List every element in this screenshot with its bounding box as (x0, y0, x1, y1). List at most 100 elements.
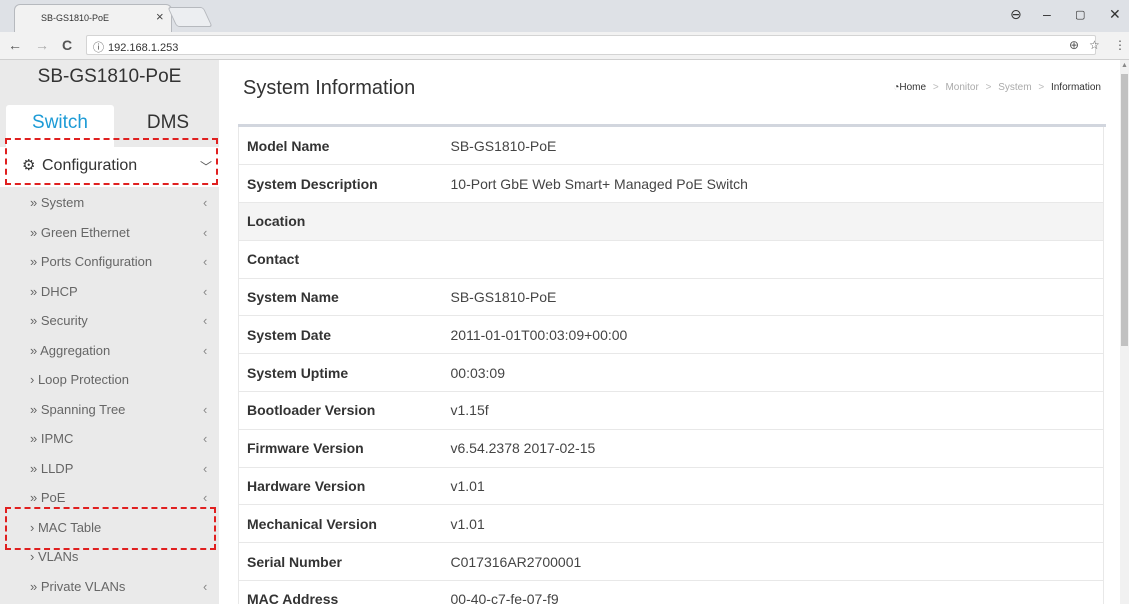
table-row: System Uptime 00:03:09 (238, 353, 1104, 393)
close-window-button[interactable]: ✕ (1109, 6, 1121, 23)
row-value: v6.54.2378 2017-02-15 (450, 429, 1104, 468)
chevron-left-icon: ‹ (203, 401, 208, 417)
chevron-left-icon: ‹ (203, 283, 208, 299)
breadcrumb-current: Information (1050, 82, 1101, 93)
row-value: v1.15f (450, 391, 1104, 430)
tab-switch[interactable]: Switch (6, 105, 114, 147)
sidebar-item-poe[interactable]: » PoE ‹ (0, 483, 219, 513)
row-key: Contact (238, 240, 451, 279)
sidebar-item-label: » Ports Configuration (30, 254, 153, 269)
sidebar-item-label: › Loop Protection (30, 372, 130, 387)
row-key: System Uptime (238, 353, 451, 393)
row-key: Firmware Version (238, 429, 451, 468)
page-scrollbar[interactable]: ▲ (1120, 60, 1129, 604)
sidebar-item-private-vlans[interactable]: » Private VLANs ‹ (0, 572, 219, 602)
row-key: Model Name (238, 127, 451, 166)
sidebar-item-ports-configuration[interactable]: » Ports Configuration ‹ (0, 247, 219, 277)
row-key: System Date (238, 315, 451, 355)
row-value: C017316AR2700001 (450, 542, 1104, 582)
sidebar-item-mac-table[interactable]: › MAC Table (0, 513, 219, 543)
system-info-panel: Model Name SB-GS1810-PoE System Descripti… (238, 124, 1106, 604)
tab-dms[interactable]: DMS (118, 105, 218, 145)
minimize-button[interactable]: – (1043, 6, 1051, 22)
table-row: Serial Number C017316AR2700001 (238, 542, 1104, 582)
new-tab-button[interactable] (167, 7, 213, 27)
table-row: Mechanical Version v1.01 (238, 504, 1104, 544)
breadcrumb-separator: > (985, 82, 992, 93)
sidebar-item-security[interactable]: » Security ‹ (0, 306, 219, 336)
row-key: Serial Number (238, 542, 451, 582)
table-row: Location (238, 202, 1104, 241)
sidebar-item-label: » DHCP (30, 283, 78, 299)
chevron-left-icon: ‹ (203, 578, 208, 594)
sidebar-item-green-ethernet[interactable]: » Green Ethernet ‹ (0, 218, 219, 248)
breadcrumb-separator: > (1038, 82, 1045, 93)
breadcrumb: ◔Home > Monitor > System > Information (893, 82, 1101, 93)
brand-title: SB-GS1810-PoE (37, 66, 182, 87)
sidebar-item-dhcp[interactable]: » DHCP ‹ (0, 277, 219, 307)
chevron-down-icon: ﹀ (200, 160, 213, 174)
sidebar-item-vlans[interactable]: › VLANs (0, 542, 219, 572)
scroll-up-icon[interactable]: ▲ (1121, 62, 1128, 69)
row-value (450, 202, 1104, 241)
sidebar: SB-GS1810-PoE Switch DMS ⚙ Configuration… (0, 60, 219, 604)
chevron-left-icon: ‹ (203, 224, 208, 240)
gear-icon: ⚙ (22, 157, 36, 174)
reload-icon[interactable]: C (62, 37, 72, 53)
row-value: SB-GS1810-PoE (450, 278, 1104, 317)
sidebar-item-label: › MAC Table (30, 519, 102, 535)
table-row: Contact (238, 240, 1104, 279)
sidebar-item-aggregation[interactable]: » Aggregation ‹ (0, 336, 219, 366)
maximize-button[interactable]: ▢ (1075, 8, 1085, 21)
page-title: System Information (243, 77, 416, 99)
scrollbar-thumb[interactable] (1121, 74, 1128, 346)
account-icon[interactable]: ⊖ (1010, 6, 1022, 23)
sidebar-item-label: » IPMC (30, 431, 74, 446)
row-value: 10-Port GbE Web Smart+ Managed PoE Switc… (450, 164, 1104, 204)
row-key: Bootloader Version (238, 391, 451, 430)
configuration-submenu: » System ‹ » Green Ethernet ‹ » Ports Conf… (0, 188, 219, 601)
browser-menu-icon[interactable]: ⋮ (1114, 38, 1126, 52)
browser-tab[interactable]: SB-GS1810-PoE × (14, 4, 172, 32)
sidebar-item-label: » Green Ethernet (30, 224, 130, 240)
table-row: System Date 2011-01-01T00:03:09+00:00 (238, 315, 1104, 355)
main-content: System Information ◔Home > Monitor > Sys… (219, 60, 1120, 604)
system-info-table: Model Name SB-GS1810-PoE System Descripti… (238, 127, 1104, 604)
sidebar-item-label: » PoE (30, 490, 66, 505)
breadcrumb-separator: > (932, 82, 939, 93)
sidebar-item-loop-protection[interactable]: › Loop Protection (0, 365, 219, 395)
table-row: Hardware Version v1.01 (238, 467, 1104, 506)
forward-icon[interactable]: → (35, 37, 49, 53)
sidebar-item-ipmc[interactable]: » IPMC ‹ (0, 424, 219, 454)
zoom-icon[interactable]: ⊕ (1069, 38, 1079, 52)
configuration-menu[interactable]: ⚙ Configuration ﹀ (0, 147, 219, 187)
chevron-left-icon: ‹ (203, 490, 208, 505)
row-value: SB-GS1810-PoE (450, 127, 1104, 166)
url-text: 192.168.1.253 (108, 42, 179, 54)
sidebar-item-system[interactable]: » System ‹ (0, 188, 219, 218)
tab-close-icon[interactable]: × (156, 9, 164, 24)
address-bar: ← → C ⓘ 192.168.1.253 ⊕ ☆ ⋮ (0, 32, 1129, 60)
breadcrumb-system[interactable]: System (998, 82, 1031, 93)
table-row: System Name SB-GS1810-PoE (238, 278, 1104, 317)
sidebar-item-label: » Spanning Tree (30, 401, 126, 417)
sidebar-item-label: › VLANs (30, 549, 79, 564)
back-icon[interactable]: ← (8, 37, 22, 53)
row-value: 2011-01-01T00:03:09+00:00 (450, 315, 1104, 355)
chevron-left-icon: ‹ (203, 431, 208, 446)
chevron-left-icon: ‹ (203, 460, 208, 476)
row-key: Mechanical Version (238, 504, 451, 544)
sidebar-item-lldp[interactable]: » LLDP ‹ (0, 454, 219, 484)
row-key: Location (238, 202, 451, 241)
row-key: Hardware Version (238, 467, 451, 506)
bookmark-star-icon[interactable]: ☆ (1089, 38, 1100, 52)
chevron-left-icon: ‹ (203, 313, 208, 328)
row-value: 00:03:09 (450, 353, 1104, 393)
table-row: System Description 10-Port GbE Web Smart+… (238, 164, 1104, 204)
breadcrumb-monitor[interactable]: Monitor (945, 82, 978, 93)
breadcrumb-home[interactable]: ◔Home (893, 82, 926, 93)
sidebar-item-spanning-tree[interactable]: » Spanning Tree ‹ (0, 395, 219, 425)
url-input[interactable]: ⓘ 192.168.1.253 (86, 35, 1096, 55)
row-value: v1.01 (450, 467, 1104, 506)
info-icon[interactable]: ⓘ (93, 42, 104, 54)
